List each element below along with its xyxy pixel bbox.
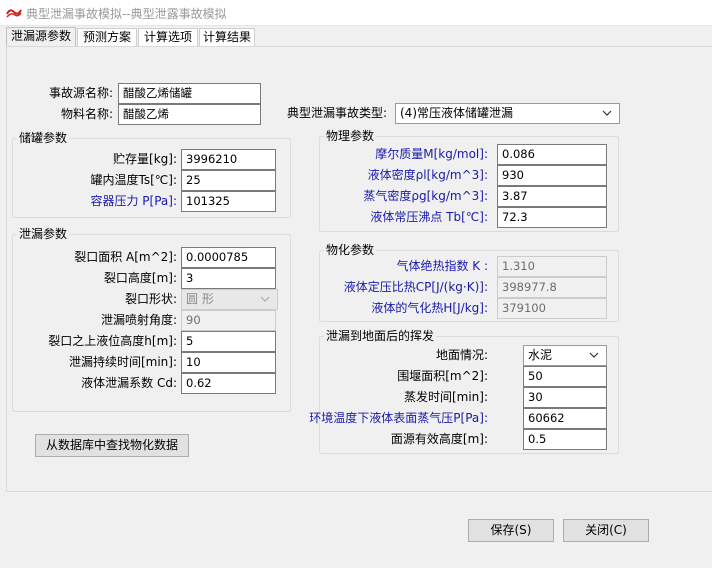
title-bar: 典型泄漏事故模拟--典型泄露事故模拟: [0, 0, 712, 26]
dike-area-input[interactable]: 50: [523, 366, 607, 387]
crack-area-label: 裂口面积 A[m^2]:: [74, 250, 177, 264]
ground-type-value: 水泥: [528, 348, 553, 362]
source-height-label: 面源有效高度[m]:: [390, 432, 488, 446]
lookup-db-button[interactable]: 从数据库中查找物化数据: [35, 434, 189, 457]
leak-type-label: 典型泄漏事故类型:: [286, 106, 387, 120]
chevron-down-icon: [602, 110, 612, 116]
pressure-input[interactable]: 101325: [181, 191, 276, 212]
leak-type-select[interactable]: (4)常压液体储罐泄漏: [395, 103, 620, 124]
source-params-panel: 事故源名称: 醋酸乙烯储罐 物料名称: 醋酸乙烯 典型泄漏事故类型: (4)常压…: [6, 46, 712, 492]
vaporization-heat-label: 液体的气化热H[J/kg]:: [371, 301, 488, 315]
specific-heat-input: 398977.8: [497, 277, 607, 298]
chevron-down-icon: [589, 352, 599, 358]
tab-calc-results[interactable]: 计算结果: [199, 28, 255, 46]
leak-type-value: (4)常压液体储罐泄漏: [400, 106, 513, 120]
evaporation-time-input[interactable]: 30: [523, 387, 607, 408]
tab-prediction-plan[interactable]: 预测方案: [77, 28, 137, 46]
leak-duration-label: 泄漏持续时间[min]:: [68, 355, 177, 369]
tank-temp-label: 罐内温度Ts[℃]:: [90, 173, 177, 187]
crack-height-input[interactable]: 3: [181, 268, 276, 289]
boiling-point-label: 液体常压沸点 Tb[℃]:: [370, 210, 488, 224]
adiabatic-index-input: 1.310: [497, 256, 607, 277]
evaporation-time-label: 蒸发时间[min]:: [403, 390, 488, 404]
jet-angle-label: 泄漏喷射角度:: [100, 313, 177, 327]
adiabatic-index-label: 气体绝热指数 K :: [396, 259, 488, 273]
material-name-label: 物料名称:: [60, 107, 113, 121]
window-title: 典型泄漏事故模拟--典型泄露事故模拟: [26, 7, 227, 21]
molar-mass-input[interactable]: 0.086: [497, 144, 607, 165]
tank-params-title: 储罐参数: [17, 131, 70, 145]
vapor-density-input[interactable]: 3.87: [497, 186, 607, 207]
dike-area-label: 围堰面积[m^2]:: [397, 369, 488, 383]
liquid-level-label: 裂口之上液位高度h[m]:: [48, 334, 177, 348]
evaporation-title: 泄漏到地面后的挥发: [324, 329, 437, 343]
close-button[interactable]: 关闭(C): [563, 519, 649, 542]
crack-shape-select: 圆 形: [181, 289, 278, 310]
crack-shape-label: 裂口形状:: [124, 292, 177, 306]
specific-heat-label: 液体定压比热CP[J/(kg·K)]:: [343, 280, 488, 294]
boiling-point-input[interactable]: 72.3: [497, 207, 607, 228]
crack-area-input[interactable]: 0.0000785: [181, 247, 276, 268]
liquid-density-input[interactable]: 930: [497, 165, 607, 186]
crack-height-label: 裂口高度[m]:: [103, 271, 177, 285]
leak-params-title: 泄漏参数: [17, 227, 70, 241]
pressure-label: 容器压力 P[Pa]:: [90, 194, 177, 208]
tank-temp-input[interactable]: 25: [181, 170, 276, 191]
vapor-density-label: 蒸气密度ρg[kg/m^3]:: [363, 189, 488, 203]
liquid-density-label: 液体密度ρl[kg/m^3]:: [367, 168, 488, 182]
storage-input[interactable]: 3996210: [181, 149, 276, 170]
save-button[interactable]: 保存(S): [468, 519, 554, 542]
source-name-label: 事故源名称:: [48, 86, 113, 100]
tab-calc-options[interactable]: 计算选项: [138, 28, 198, 46]
vapor-pressure-label: 环境温度下液体表面蒸气压P[Pa]:: [309, 411, 488, 425]
material-name-input[interactable]: 醋酸乙烯: [118, 104, 261, 125]
jet-angle-input: 90: [181, 310, 276, 331]
leak-coef-label: 液体泄漏系数 Cd:: [81, 376, 177, 390]
ground-type-select[interactable]: 水泥: [523, 345, 607, 366]
vaporization-heat-input: 379100: [497, 298, 607, 319]
tab-source-params[interactable]: 泄漏源参数: [6, 27, 76, 47]
molar-mass-label: 摩尔质量M[kg/mol]:: [375, 147, 488, 161]
leak-duration-input[interactable]: 10: [181, 352, 276, 373]
chevron-down-icon: [260, 296, 270, 302]
source-height-input[interactable]: 0.5: [523, 429, 607, 450]
liquid-level-input[interactable]: 5: [181, 331, 276, 352]
storage-label: 贮存量[kg]:: [113, 152, 177, 166]
app-logo-icon: [6, 9, 22, 18]
crack-shape-value: 圆 形: [186, 292, 214, 306]
ground-type-label: 地面情况:: [435, 348, 488, 362]
chemical-params-title: 物化参数: [324, 243, 377, 257]
leak-coef-input[interactable]: 0.62: [181, 373, 276, 394]
physical-params-title: 物理参数: [324, 129, 377, 143]
vapor-pressure-input[interactable]: 60662: [523, 408, 607, 429]
source-name-input[interactable]: 醋酸乙烯储罐: [118, 83, 261, 104]
